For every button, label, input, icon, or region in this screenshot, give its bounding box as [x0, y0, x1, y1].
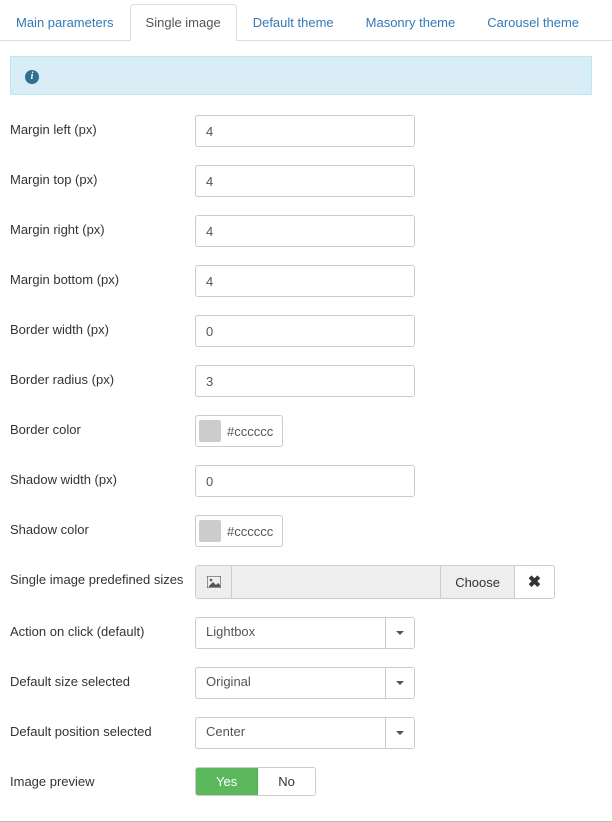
color-swatch-border: [199, 420, 221, 442]
label-action-on-click: Action on click (default): [10, 617, 195, 639]
tabs: Main parameters Single image Default the…: [0, 4, 612, 41]
label-margin-right: Margin right (px): [10, 215, 195, 237]
info-bar: i: [10, 56, 592, 95]
color-picker-border[interactable]: #cccccc: [195, 415, 283, 447]
select-action-on-click[interactable]: Lightbox: [195, 617, 415, 649]
select-default-size[interactable]: Original: [195, 667, 415, 699]
chevron-down-icon: [385, 617, 415, 649]
tab-default-theme[interactable]: Default theme: [237, 4, 350, 41]
input-margin-left[interactable]: [195, 115, 415, 147]
input-border-radius[interactable]: [195, 365, 415, 397]
tab-single-image[interactable]: Single image: [130, 4, 237, 41]
label-border-width: Border width (px): [10, 315, 195, 337]
chevron-down-icon: [385, 667, 415, 699]
color-value-shadow: #cccccc: [227, 524, 279, 539]
label-border-radius: Border radius (px): [10, 365, 195, 387]
label-margin-top: Margin top (px): [10, 165, 195, 187]
color-picker-shadow[interactable]: #cccccc: [195, 515, 283, 547]
toggle-no[interactable]: No: [258, 768, 315, 795]
label-predefined-sizes: Single image predefined sizes: [10, 565, 195, 587]
tab-masonry-theme[interactable]: Masonry theme: [350, 4, 472, 41]
label-image-preview: Image preview: [10, 767, 195, 789]
color-value-border: #cccccc: [227, 424, 279, 439]
input-margin-right[interactable]: [195, 215, 415, 247]
input-margin-bottom[interactable]: [195, 265, 415, 297]
select-default-position[interactable]: Center: [195, 717, 415, 749]
tab-main-parameters[interactable]: Main parameters: [0, 4, 130, 41]
toggle-yes[interactable]: Yes: [196, 768, 258, 795]
chooser-display: [232, 566, 440, 598]
chevron-down-icon: [385, 717, 415, 749]
info-icon: i: [25, 70, 39, 84]
color-swatch-shadow: [199, 520, 221, 542]
label-margin-bottom: Margin bottom (px): [10, 265, 195, 287]
tab-panel-single-image: i Margin left (px) Margin top (px) Margi…: [0, 41, 612, 819]
tab-carousel-theme[interactable]: Carousel theme: [471, 4, 595, 41]
label-shadow-color: Shadow color: [10, 515, 195, 537]
label-shadow-width: Shadow width (px): [10, 465, 195, 487]
label-default-position: Default position selected: [10, 717, 195, 739]
close-icon: ✖: [528, 572, 541, 592]
chooser-predefined-sizes: Choose ✖: [195, 565, 555, 599]
label-default-size: Default size selected: [10, 667, 195, 689]
input-shadow-width[interactable]: [195, 465, 415, 497]
choose-button[interactable]: Choose: [440, 566, 514, 598]
input-margin-top[interactable]: [195, 165, 415, 197]
select-value-action: Lightbox: [195, 617, 385, 649]
input-border-width[interactable]: [195, 315, 415, 347]
label-border-color: Border color: [10, 415, 195, 437]
select-value-size: Original: [195, 667, 385, 699]
clear-button[interactable]: ✖: [514, 566, 554, 598]
label-margin-left: Margin left (px): [10, 115, 195, 137]
toggle-image-preview: Yes No: [195, 767, 316, 796]
image-icon: [196, 566, 232, 598]
select-value-position: Center: [195, 717, 385, 749]
